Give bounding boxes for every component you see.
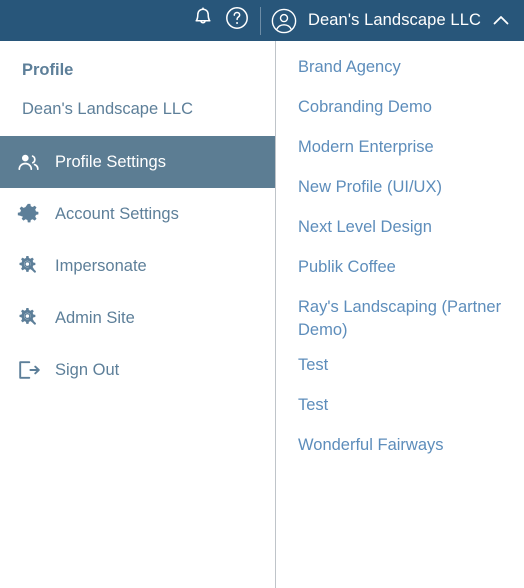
profile-list-item[interactable]: Modern Enterprise	[276, 130, 523, 170]
menu-item-sign-out[interactable]: Sign Out	[0, 344, 275, 396]
gear-search-icon	[14, 305, 44, 331]
account-menu-button[interactable]: Dean's Landscape LLC	[269, 0, 514, 41]
menu-item-label: Admin Site	[55, 308, 135, 327]
account-menu-pane: Profile Dean's Landscape LLC Profile Set…	[0, 41, 276, 588]
menu-item-profile-settings[interactable]: Profile Settings	[0, 136, 275, 188]
menu-item-label: Account Settings	[55, 204, 179, 223]
profile-header: Profile Dean's Landscape LLC	[0, 41, 275, 120]
profile-list-item[interactable]: New Profile (UI/UX)	[276, 170, 523, 210]
sign-out-icon	[14, 357, 44, 383]
menu-item-label: Impersonate	[55, 256, 147, 275]
profile-list-item[interactable]: Publik Coffee	[276, 250, 523, 290]
current-profile-name: Dean's Landscape LLC	[22, 100, 194, 118]
users-icon	[14, 149, 44, 175]
gear-search-icon	[14, 253, 44, 279]
menu-item-account-settings[interactable]: Account Settings	[0, 188, 275, 240]
account-name-label: Dean's Landscape LLC	[307, 11, 481, 29]
toolbar-divider	[259, 6, 261, 35]
account-dropdown-panel: Profile Dean's Landscape LLC Profile Set…	[0, 41, 524, 588]
profile-section-title: Profile	[22, 61, 74, 79]
account-menu-list: Profile Settings Account Settings Impers…	[0, 136, 275, 396]
gear-icon	[14, 201, 44, 227]
menu-item-label: Profile Settings	[55, 152, 166, 171]
chevron-up-icon	[490, 10, 512, 32]
user-circle-icon	[269, 6, 299, 36]
profile-list-item[interactable]: Ray's Landscaping (Partner Demo)	[276, 290, 523, 348]
menu-item-impersonate[interactable]: Impersonate	[0, 240, 275, 292]
profile-list-item[interactable]: Test	[276, 348, 523, 388]
notifications-button[interactable]	[186, 4, 220, 38]
profile-list-item[interactable]: Brand Agency	[276, 50, 523, 90]
profile-list-item[interactable]: Wonderful Fairways	[276, 428, 523, 468]
question-circle-icon	[224, 5, 250, 36]
profile-switcher-list: Brand Agency Cobranding Demo Modern Ente…	[276, 41, 523, 588]
profile-list-item[interactable]: Test	[276, 388, 523, 428]
bell-icon	[192, 6, 214, 35]
menu-item-admin-site[interactable]: Admin Site	[0, 292, 275, 344]
top-navigation-bar: Dean's Landscape LLC	[0, 0, 524, 41]
menu-item-label: Sign Out	[55, 360, 120, 379]
profile-list-item[interactable]: Cobranding Demo	[276, 90, 523, 130]
profile-list-item[interactable]: Next Level Design	[276, 210, 523, 250]
help-button[interactable]	[220, 4, 254, 38]
